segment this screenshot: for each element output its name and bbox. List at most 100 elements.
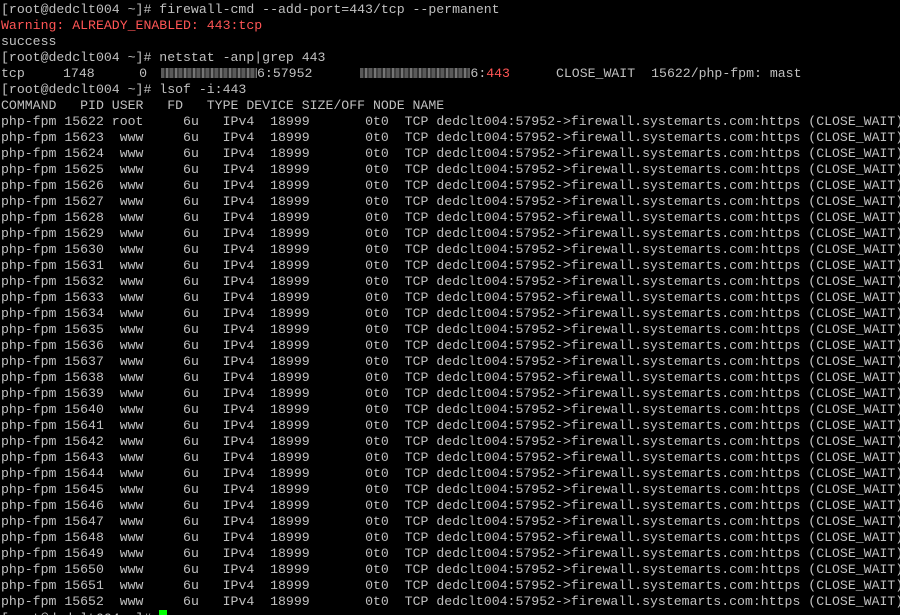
table-row: php-fpm 15644 www 6u IPv4 18999 0t0 TCP … xyxy=(0,466,900,482)
lsof-fd: 6u xyxy=(143,178,199,193)
redacted-foreign-address xyxy=(360,68,471,78)
lsof-device: 18999 xyxy=(254,386,310,401)
table-row: php-fpm 15634 www 6u IPv4 18999 0t0 TCP … xyxy=(0,306,900,322)
table-row: php-fpm 15646 www 6u IPv4 18999 0t0 TCP … xyxy=(0,498,900,514)
lsof-command: php-fpm xyxy=(1,290,57,305)
lsof-pid: 15649 xyxy=(56,546,104,561)
lsof-size: 0t0 xyxy=(309,178,389,193)
lsof-size: 0t0 xyxy=(309,386,389,401)
lsof-size: 0t0 xyxy=(309,466,389,481)
lsof-node: TCP xyxy=(388,418,429,433)
terminal-window[interactable]: [root@dedclt004 ~]# firewall-cmd --add-p… xyxy=(0,0,900,615)
lsof-size: 0t0 xyxy=(309,162,389,177)
lsof-pid: 15647 xyxy=(56,514,104,529)
lsof-pid: 15648 xyxy=(56,530,104,545)
lsof-user: www xyxy=(103,386,144,401)
lsof-fd: 6u xyxy=(143,370,199,385)
lsof-size: 0t0 xyxy=(309,194,389,209)
lsof-name: dedclt004:57952->firewall.systemarts.com… xyxy=(436,226,900,241)
lsof-fd: 6u xyxy=(143,594,199,609)
lsof-device: 18999 xyxy=(254,514,310,529)
lsof-name: dedclt004:57952->firewall.systemarts.com… xyxy=(436,498,900,513)
netstat-send-q: 0 xyxy=(139,66,147,81)
table-row: php-fpm 15641 www 6u IPv4 18999 0t0 TCP … xyxy=(0,418,900,434)
command-line: [root@dedclt004 ~]# firewall-cmd --add-p… xyxy=(0,2,900,18)
table-row: php-fpm 15635 www 6u IPv4 18999 0t0 TCP … xyxy=(0,322,900,338)
lsof-name: dedclt004:57952->firewall.systemarts.com… xyxy=(436,146,900,161)
netstat-recv-q: 1748 xyxy=(63,66,95,81)
lsof-user: www xyxy=(103,562,144,577)
lsof-fd: 6u xyxy=(143,514,199,529)
lsof-fd: 6u xyxy=(143,434,199,449)
lsof-node: TCP xyxy=(388,466,429,481)
lsof-device: 18999 xyxy=(254,210,310,225)
lsof-fd: 6u xyxy=(143,162,199,177)
lsof-size: 0t0 xyxy=(309,450,389,465)
lsof-size: 0t0 xyxy=(309,242,389,257)
lsof-user: www xyxy=(103,354,144,369)
table-row: php-fpm 15624 www 6u IPv4 18999 0t0 TCP … xyxy=(0,146,900,162)
lsof-name: dedclt004:57952->firewall.systemarts.com… xyxy=(436,210,900,225)
lsof-pid: 15636 xyxy=(56,338,104,353)
lsof-fd: 6u xyxy=(143,418,199,433)
netstat-state: CLOSE_WAIT xyxy=(555,66,636,81)
lsof-command: php-fpm xyxy=(1,370,57,385)
lsof-device: 18999 xyxy=(254,146,310,161)
lsof-command: php-fpm xyxy=(1,562,57,577)
lsof-command: php-fpm xyxy=(1,594,57,609)
lsof-device: 18999 xyxy=(254,402,310,417)
lsof-size: 0t0 xyxy=(309,498,389,513)
lsof-pid: 15646 xyxy=(56,498,104,513)
lsof-size: 0t0 xyxy=(309,578,389,593)
lsof-pid: 15638 xyxy=(56,370,104,385)
lsof-name: dedclt004:57952->firewall.systemarts.com… xyxy=(436,242,900,257)
lsof-name: dedclt004:57952->firewall.systemarts.com… xyxy=(436,418,900,433)
lsof-name: dedclt004:57952->firewall.systemarts.com… xyxy=(436,578,900,593)
lsof-pid: 15645 xyxy=(56,482,104,497)
lsof-name: dedclt004:57952->firewall.systemarts.com… xyxy=(436,466,900,481)
lsof-pid: 15650 xyxy=(56,562,104,577)
lsof-fd: 6u xyxy=(143,546,199,561)
lsof-device: 18999 xyxy=(254,450,310,465)
lsof-name: dedclt004:57952->firewall.systemarts.com… xyxy=(436,194,900,209)
lsof-command: php-fpm xyxy=(1,482,57,497)
lsof-command: php-fpm xyxy=(1,514,57,529)
lsof-device: 18999 xyxy=(254,114,310,129)
lsof-node: TCP xyxy=(388,130,429,145)
lsof-type: IPv4 xyxy=(198,242,255,257)
lsof-size: 0t0 xyxy=(309,514,389,529)
lsof-command: php-fpm xyxy=(1,386,57,401)
lsof-output: php-fpm 15622 root 6u IPv4 18999 0t0 TCP… xyxy=(0,114,900,610)
lsof-command: php-fpm xyxy=(1,242,57,257)
lsof-command: php-fpm xyxy=(1,434,57,449)
lsof-user: www xyxy=(103,498,144,513)
lsof-type: IPv4 xyxy=(198,114,255,129)
lsof-user: www xyxy=(103,482,144,497)
table-row: php-fpm 15637 www 6u IPv4 18999 0t0 TCP … xyxy=(0,354,900,370)
success-line: success xyxy=(1,34,57,49)
lsof-size: 0t0 xyxy=(309,338,389,353)
table-row: php-fpm 15638 www 6u IPv4 18999 0t0 TCP … xyxy=(0,370,900,386)
lsof-type: IPv4 xyxy=(198,146,255,161)
lsof-device: 18999 xyxy=(254,498,310,513)
lsof-size: 0t0 xyxy=(309,290,389,305)
lsof-fd: 6u xyxy=(143,578,199,593)
lsof-name: dedclt004:57952->firewall.systemarts.com… xyxy=(436,114,900,129)
lsof-command: php-fpm xyxy=(1,530,57,545)
table-row: php-fpm 15650 www 6u IPv4 18999 0t0 TCP … xyxy=(0,562,900,578)
lsof-node: TCP xyxy=(388,194,429,209)
table-row: php-fpm 15633 www 6u IPv4 18999 0t0 TCP … xyxy=(0,290,900,306)
terminal-cursor[interactable] xyxy=(159,610,168,615)
lsof-user: www xyxy=(103,194,144,209)
lsof-command: php-fpm xyxy=(1,178,57,193)
lsof-type: IPv4 xyxy=(198,594,255,609)
lsof-pid: 15623 xyxy=(56,130,104,145)
netstat-local-suffix: 6:57952 xyxy=(257,66,313,81)
lsof-fd: 6u xyxy=(143,386,199,401)
command-text: lsof -i:443 xyxy=(159,82,247,97)
lsof-node: TCP xyxy=(388,482,429,497)
lsof-node: TCP xyxy=(388,514,429,529)
lsof-command: php-fpm xyxy=(1,194,57,209)
current-prompt-line[interactable]: [root@dedclt004 ~]# xyxy=(0,610,900,615)
lsof-node: TCP xyxy=(388,258,429,273)
